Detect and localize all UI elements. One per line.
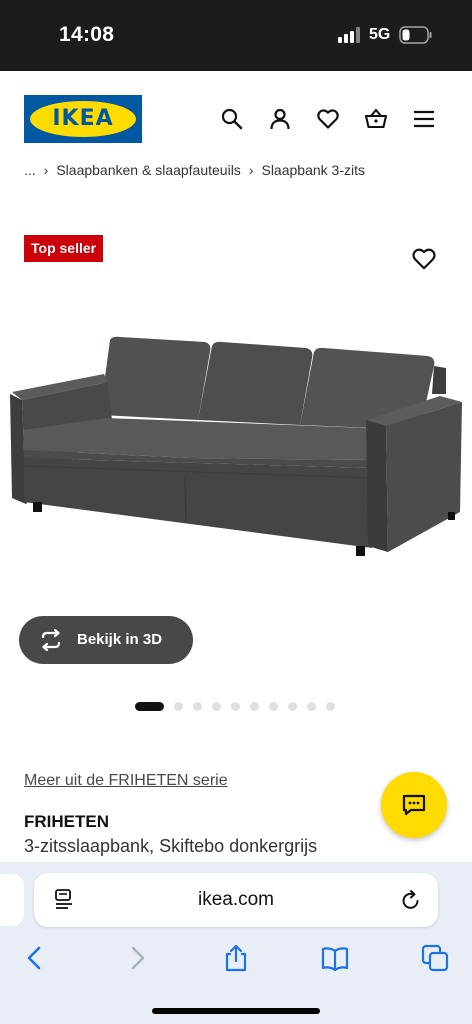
carousel-dot[interactable]: [193, 702, 202, 711]
status-bar: 14:08 5G: [0, 0, 472, 71]
battery-icon: [399, 26, 432, 44]
chat-bubble-icon: [402, 794, 426, 816]
home-indicator: [152, 1008, 320, 1014]
account-icon[interactable]: [268, 107, 292, 131]
forward-icon[interactable]: [123, 944, 151, 972]
favourite-heart-icon[interactable]: [411, 246, 437, 272]
carousel-dot[interactable]: [212, 702, 221, 711]
series-link[interactable]: Meer uit de FRIHETEN serie: [24, 772, 228, 790]
carousel-dot[interactable]: [326, 702, 335, 711]
product-description: 3-zitsslaapbank, Skiftebo donkergrijs: [24, 836, 318, 856]
menu-icon[interactable]: [412, 107, 436, 131]
carousel-dot[interactable]: [174, 702, 183, 711]
search-icon[interactable]: [220, 107, 244, 131]
view-in-3d-label: Bekijk in 3D: [77, 631, 163, 648]
breadcrumb-item-current[interactable]: Slaapbank 3-zits: [261, 162, 365, 178]
product-name: FRIHETEN: [24, 812, 109, 831]
browser-toolbar: ikea.com: [0, 862, 472, 1024]
site-header: IKEA: [0, 71, 472, 161]
carousel-dot[interactable]: [135, 702, 164, 711]
chat-button[interactable]: [381, 772, 447, 838]
carousel-dot[interactable]: [250, 702, 259, 711]
breadcrumb: ... › Slaapbanken & slaapfauteuils › Slaapba…: [24, 162, 365, 180]
share-icon[interactable]: [222, 944, 250, 972]
chevron-right-icon: ›: [248, 162, 254, 178]
url-text: ikea.com: [197, 889, 275, 910]
address-bar[interactable]: ikea.com: [34, 873, 438, 927]
breadcrumb-ellipsis[interactable]: ...: [24, 162, 36, 178]
product-image-sofa[interactable]: [0, 290, 472, 610]
chevron-right-icon: ›: [43, 162, 49, 178]
top-seller-badge: Top seller: [24, 235, 104, 262]
network-type: 5G: [369, 26, 391, 43]
carousel-dot[interactable]: [231, 702, 240, 711]
ikea-logo[interactable]: IKEA: [24, 95, 142, 143]
status-time: 14:08: [59, 23, 115, 46]
heart-icon[interactable]: [316, 107, 340, 131]
back-icon[interactable]: [21, 944, 49, 972]
reload-icon[interactable]: [400, 888, 422, 912]
carousel-dot[interactable]: [288, 702, 297, 711]
rotate-3d-icon: [41, 629, 61, 651]
breadcrumb-item-sofabeds[interactable]: Slaapbanken & slaapfauteuils: [56, 162, 240, 178]
carousel-dot[interactable]: [269, 702, 278, 711]
bookmarks-icon[interactable]: [321, 944, 349, 972]
view-in-3d-button[interactable]: Bekijk in 3D: [19, 616, 193, 664]
logo-text: IKEA: [52, 106, 114, 131]
previous-tab-peek[interactable]: [0, 874, 24, 926]
tabs-icon[interactable]: [421, 944, 449, 972]
cellular-signal-icon: [338, 27, 362, 43]
image-carousel-indicator: [135, 702, 345, 712]
carousel-dot[interactable]: [307, 702, 316, 711]
basket-icon[interactable]: [364, 107, 388, 131]
